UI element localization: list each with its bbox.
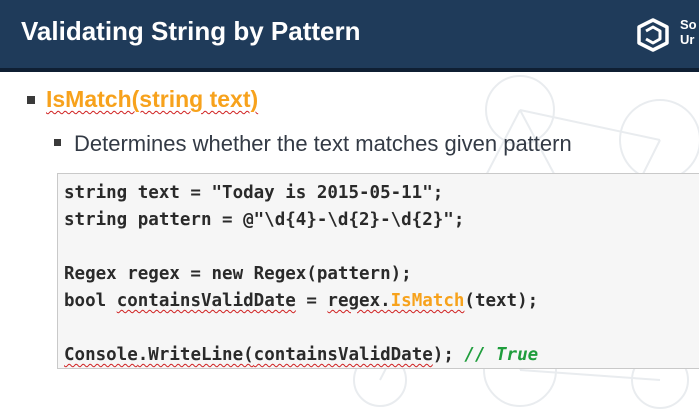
code-block: string text = "Today is 2015-05-11"; str… bbox=[57, 173, 699, 369]
logo-text: So Ur bbox=[680, 17, 697, 47]
code-comment: // True bbox=[464, 345, 539, 365]
code-line-2: string pattern = @"\d{4}-\d{2}-\d{2}"; bbox=[64, 210, 465, 230]
bullet-ismatch-signature: IsMatch(string text) bbox=[46, 86, 259, 112]
bullet-marker bbox=[27, 96, 35, 104]
sub-bullet-description: Determines whether the text matches give… bbox=[74, 131, 572, 156]
softuni-logo-icon bbox=[637, 18, 669, 52]
code-variable: containsValidDate bbox=[116, 291, 296, 311]
code-line-4: bool containsValidDate = regex.IsMatch(t… bbox=[64, 290, 538, 312]
code-method-ismatch: IsMatch bbox=[390, 291, 465, 311]
code-object: regex. bbox=[327, 291, 391, 311]
code-argument: containsValidDate bbox=[253, 345, 433, 365]
code-line-3: Regex regex = new Regex(pattern); bbox=[64, 264, 412, 284]
code-class-console: Console bbox=[64, 345, 138, 365]
code-line-1: string text = "Today is 2015-05-11"; bbox=[64, 183, 444, 203]
code-keyword-bool: bool bbox=[64, 291, 117, 311]
slide-header: Validating String by Pattern So Ur bbox=[0, 0, 699, 72]
sub-bullet-marker bbox=[54, 139, 61, 146]
logo-text-line1: So bbox=[680, 17, 697, 32]
code-assign: = bbox=[295, 291, 328, 311]
slide-title: Validating String by Pattern bbox=[21, 16, 361, 46]
code-method-writeline: .WriteLine( bbox=[137, 345, 254, 365]
code-close: ); bbox=[432, 345, 465, 365]
logo-text-line2: Ur bbox=[680, 32, 695, 47]
code-args: (text); bbox=[464, 291, 539, 311]
code-line-5: Console.WriteLine(containsValidDate); //… bbox=[64, 344, 538, 366]
